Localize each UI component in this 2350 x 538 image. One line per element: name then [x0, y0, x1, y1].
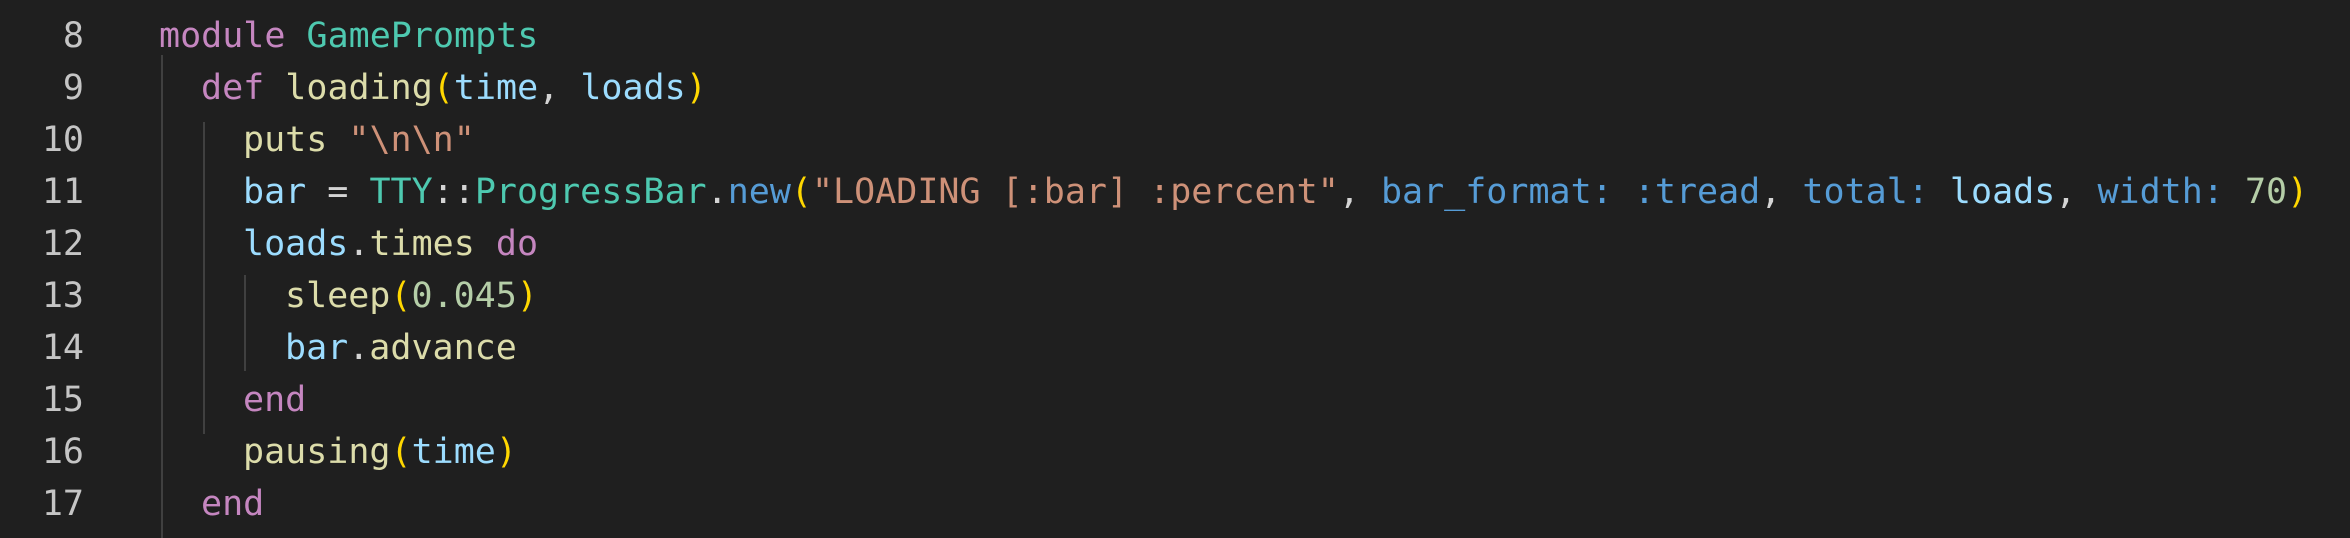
code-token: total: — [1802, 172, 1929, 212]
code-token: = — [306, 172, 370, 212]
code-editor[interactable]: 8 module GamePrompts 9 def loading(time, lo… — [0, 0, 2350, 538]
code-token: loads — [1949, 172, 2056, 212]
code-token: , — [538, 68, 581, 108]
code-token: ) — [495, 432, 517, 472]
code-text: loads.times do — [243, 218, 538, 270]
code-text: end — [243, 374, 306, 426]
code-token: puts — [243, 120, 328, 160]
code-token: new — [727, 172, 791, 212]
code-line[interactable]: 14 bar.advance — [0, 322, 2350, 374]
code-token: "LOADING [:bar] :percent" — [811, 172, 1339, 212]
line-number: 10 — [41, 120, 84, 160]
code-token: bar — [285, 328, 349, 368]
code-token: ( — [390, 432, 412, 472]
code-line[interactable]: 11 bar = TTY::ProgressBar.new("LOADING [:… — [0, 166, 2350, 218]
line-number: 12 — [41, 224, 84, 264]
code-text: module GamePrompts — [159, 10, 538, 62]
code-token: "\n\n" — [348, 120, 475, 160]
code-text: pausing(time) — [243, 426, 517, 478]
code-token: module — [159, 16, 286, 56]
code-token: ProgressBar — [474, 172, 707, 212]
code-token: TTY — [369, 172, 433, 212]
line-number: 17 — [41, 484, 84, 524]
code-text: sleep(0.045) — [285, 270, 538, 322]
code-token: sleep — [285, 276, 391, 316]
code-token: ( — [390, 276, 412, 316]
code-token: advance — [369, 328, 517, 368]
code-token: bar_format: — [1380, 172, 1613, 212]
code-token: , — [2055, 172, 2098, 212]
code-token: :tread — [1633, 172, 1761, 212]
line-number: 16 — [41, 432, 84, 472]
code-token: end — [201, 484, 265, 524]
code-token: 70 — [2244, 172, 2288, 212]
code-text: puts "\n\n" — [243, 114, 475, 166]
code-line[interactable]: 16 pausing(time) — [0, 426, 2350, 478]
code-text: def loading(time, loads) — [201, 62, 707, 114]
code-token: times — [369, 224, 475, 264]
code-text: end — [201, 478, 264, 530]
code-token: . — [706, 172, 728, 212]
code-token: width: — [2097, 172, 2224, 212]
code-token: ) — [516, 276, 538, 316]
code-text: bar.advance — [285, 322, 517, 374]
line-number: 9 — [62, 68, 84, 108]
line-number: 11 — [41, 172, 84, 212]
code-token: def — [201, 68, 265, 108]
code-token: , — [1760, 172, 1803, 212]
line-number: 14 — [41, 328, 84, 368]
code-token: 0.045 — [411, 276, 517, 316]
code-token: do — [495, 224, 539, 264]
line-number: 15 — [41, 380, 84, 420]
code-token: time — [453, 68, 539, 108]
code-line[interactable]: 17 end — [0, 478, 2350, 530]
code-token: loads — [580, 68, 686, 108]
code-line[interactable]: 13 sleep(0.045) — [0, 270, 2350, 322]
line-number: 8 — [62, 16, 84, 56]
code-line[interactable]: 10 puts "\n\n" — [0, 114, 2350, 166]
code-line[interactable]: 15 end — [0, 374, 2350, 426]
code-token: loading — [285, 68, 433, 108]
code-token: . — [348, 328, 370, 368]
code-token: ) — [685, 68, 707, 108]
code-token: pausing — [243, 432, 391, 472]
code-token: ( — [432, 68, 454, 108]
code-token: ) — [2287, 172, 2309, 212]
code-text: bar = TTY::ProgressBar.new("LOADING [:ba… — [243, 166, 2308, 218]
code-token: time — [411, 432, 496, 472]
code-token: loads — [243, 224, 349, 264]
code-token: , — [1338, 172, 1381, 212]
code-token: end — [243, 380, 307, 420]
line-number: 13 — [41, 276, 84, 316]
code-token: . — [348, 224, 370, 264]
code-line[interactable]: 8 module GamePrompts — [0, 10, 2350, 62]
code-token: bar — [243, 172, 307, 212]
code-token: :: — [432, 172, 475, 212]
code-token: GamePrompts — [306, 16, 539, 56]
code-line[interactable]: 12 loads.times do — [0, 218, 2350, 270]
code-token: ( — [790, 172, 812, 212]
code-line[interactable]: 9 def loading(time, loads) — [0, 62, 2350, 114]
